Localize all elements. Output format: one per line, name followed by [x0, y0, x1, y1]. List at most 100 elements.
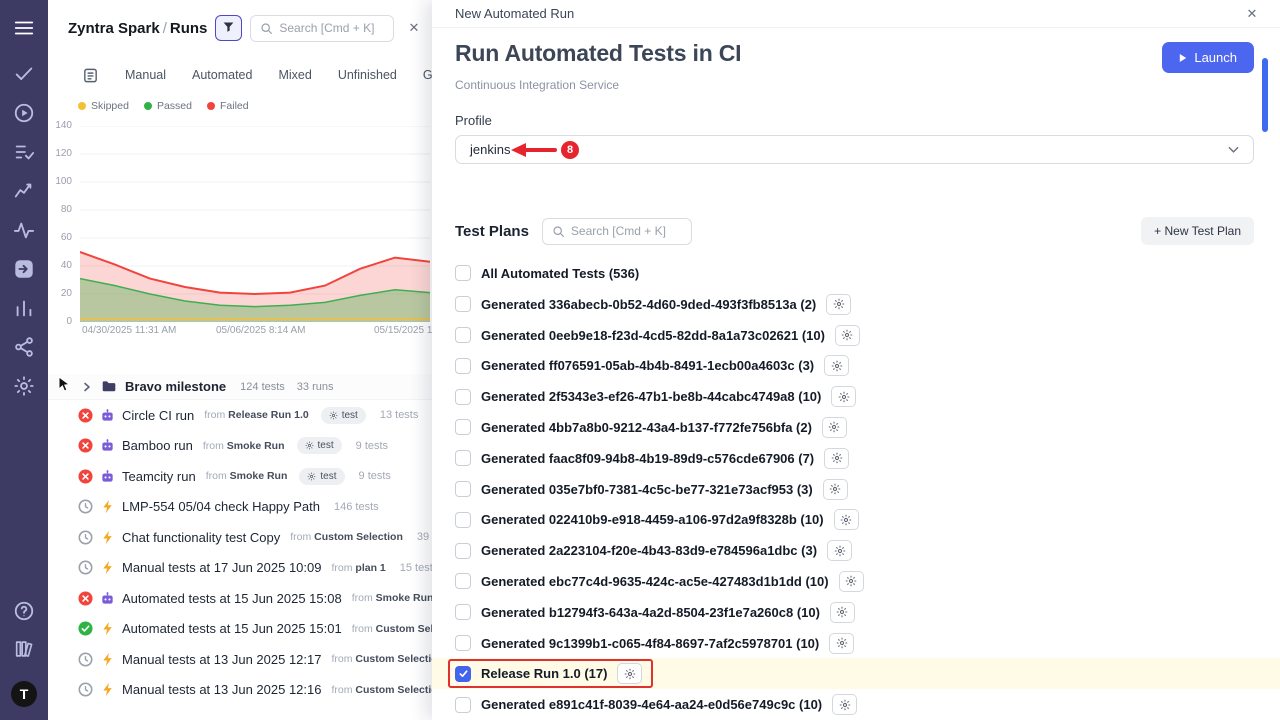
test-plan-row[interactable]: Generated 9c1399b1-c065-4f84-8697-7af2c5… [455, 628, 1254, 659]
plan-label: Generated 336abecb-0b52-4d60-9ded-493f3f… [481, 297, 816, 312]
run-type-icon [100, 530, 115, 545]
plan-checkbox[interactable] [455, 666, 471, 682]
plan-checkbox[interactable] [455, 265, 471, 281]
app-root: T Zyntra Spark/Runs ✕ ManualAutomatedMix… [0, 0, 1280, 720]
plan-checkbox[interactable] [455, 296, 471, 312]
run-row[interactable]: Automated tests at 15 Jun 2025 15:01 fro… [48, 614, 432, 645]
run-type-icon [100, 591, 115, 606]
test-plan-row[interactable]: Generated ff076591-05ab-4b4b-8491-1ecb00… [455, 350, 1254, 381]
profile-label: Profile [455, 113, 1254, 128]
plan-settings-button[interactable] [829, 633, 854, 654]
plan-checkbox[interactable] [455, 389, 471, 405]
test-plan-row[interactable]: Release Run 1.0 (17) [432, 658, 1280, 689]
plan-checkbox[interactable] [455, 543, 471, 559]
tab-manual[interactable]: Manual [125, 68, 166, 82]
import-runs-icon[interactable] [13, 258, 35, 280]
breadcrumb-app[interactable]: Zyntra Spark [68, 20, 160, 37]
test-plan-row[interactable]: Generated e891c41f-8039-4e64-aa24-e0d56e… [455, 689, 1254, 720]
plan-checkbox[interactable] [455, 450, 471, 466]
run-row[interactable]: Manual tests at 13 Jun 2025 12:16 from C… [48, 675, 432, 706]
test-plan-row[interactable]: Generated ebc77c4d-9635-424c-ac5e-427483… [455, 566, 1254, 597]
scrollbar-thumb[interactable] [1262, 58, 1268, 132]
run-row[interactable]: Teamcity run from Smoke Run test 9 tests [48, 461, 432, 492]
app-logo[interactable]: T [11, 681, 37, 707]
plan-checkbox[interactable] [455, 419, 471, 435]
plan-checkbox[interactable] [455, 358, 471, 374]
filter-button[interactable] [215, 15, 242, 41]
test-plan-row[interactable]: Generated 035e7bf0-7381-4c5c-be77-321e73… [455, 474, 1254, 505]
plan-settings-button[interactable] [834, 509, 859, 530]
tab-groups[interactable]: Groups [423, 68, 432, 82]
run-row[interactable]: Circle CI run from Release Run 1.0 test … [48, 400, 432, 431]
menu-icon[interactable] [13, 17, 35, 39]
launch-button[interactable]: Launch [1162, 42, 1254, 73]
bar-chart-icon[interactable] [13, 297, 35, 319]
tab-automated[interactable]: Automated [192, 68, 252, 82]
test-plan-row[interactable]: Generated 2f5343e3-ef26-47b1-be8b-44cabc… [455, 381, 1254, 412]
plan-checkbox[interactable] [455, 635, 471, 651]
test-plans-search[interactable] [542, 218, 692, 245]
plan-checkbox[interactable] [455, 512, 471, 528]
share-branch-icon[interactable] [13, 336, 35, 358]
plan-checkbox[interactable] [455, 327, 471, 343]
test-plan-row[interactable]: Generated 336abecb-0b52-4d60-9ded-493f3f… [455, 289, 1254, 320]
plan-settings-button[interactable] [830, 602, 855, 623]
test-plan-row[interactable]: Generated 4bb7a8b0-9212-43a4-b137-f772fe… [455, 412, 1254, 443]
test-plan-row[interactable]: Generated 022410b9-e918-4459-a106-97d2a9… [455, 504, 1254, 535]
test-plan-row[interactable]: All Automated Tests (536) [455, 258, 1254, 289]
run-status-icon [78, 591, 93, 606]
plan-label: Generated ff076591-05ab-4b4b-8491-1ecb00… [481, 358, 814, 373]
test-plans-search-input[interactable] [571, 224, 682, 238]
test-plan-row[interactable]: Generated 0eeb9e18-f23d-4cd5-82dd-8a1a73… [455, 320, 1254, 351]
library-icon[interactable] [13, 638, 35, 660]
runs-search-input[interactable] [279, 21, 384, 35]
plan-settings-button[interactable] [824, 355, 849, 376]
run-row[interactable]: Manual tests at 17 Jun 2025 10:09 from p… [48, 553, 432, 584]
plan-checkbox[interactable] [455, 573, 471, 589]
plan-settings-button[interactable] [824, 448, 849, 469]
test-plan-row[interactable]: Generated faac8f09-94b8-4b19-89d9-c576cd… [455, 443, 1254, 474]
plan-settings-button[interactable] [835, 325, 860, 346]
settings-gear-icon[interactable] [13, 375, 35, 397]
plan-settings-button[interactable] [826, 294, 851, 315]
run-row[interactable]: Manual tests at 13 Jun 2025 12:17 from C… [48, 644, 432, 675]
test-plan-row[interactable]: Generated b12794f3-643a-4a2d-8504-23f1e7… [455, 597, 1254, 628]
runs-panel-close-button[interactable]: ✕ [402, 16, 426, 40]
profile-select[interactable]: jenkins 8 [455, 135, 1254, 164]
checks-icon[interactable] [13, 63, 35, 85]
plan-settings-button[interactable] [823, 479, 848, 500]
plan-checkbox[interactable] [455, 604, 471, 620]
panel-body: Run Automated Tests in CI Launch Continu… [432, 28, 1280, 720]
caret-right-icon[interactable] [81, 381, 93, 393]
trend-chart-icon[interactable] [13, 180, 35, 202]
plan-settings-button[interactable] [822, 417, 847, 438]
play-circle-icon[interactable] [13, 102, 35, 124]
sidebar-bottom: T [11, 600, 37, 720]
panel-close-button[interactable]: ✕ [1240, 2, 1264, 26]
tab-mixed[interactable]: Mixed [278, 68, 311, 82]
milestone-group-row[interactable]: Bravo milestone 124 tests 33 runs [48, 374, 432, 400]
test-plan-row[interactable]: Generated 2a223104-f20e-4b43-83d9-e78459… [455, 535, 1254, 566]
plan-checkbox[interactable] [455, 481, 471, 497]
run-source: from Smoke Run [206, 470, 288, 482]
plan-checkbox[interactable] [455, 697, 471, 713]
run-row[interactable]: LMP-554 05/04 check Happy Path 146 tests [48, 492, 432, 523]
run-row[interactable]: Automated tests at 15 Jun 2025 15:08 fro… [48, 583, 432, 614]
run-row[interactable]: Bamboo run from Smoke Run test 9 tests [48, 431, 432, 462]
plan-settings-button[interactable] [839, 571, 864, 592]
sidebar-nav [13, 63, 35, 397]
run-row[interactable]: Chat functionality test Copy from Custom… [48, 522, 432, 553]
run-source: from Release Run 1.0 [204, 409, 308, 421]
tab-unfinished[interactable]: Unfinished [338, 68, 397, 82]
breadcrumb-section[interactable]: Runs [170, 20, 208, 37]
plan-settings-button[interactable] [827, 540, 852, 561]
plan-settings-button[interactable] [831, 386, 856, 407]
help-icon[interactable] [13, 600, 35, 622]
plan-settings-button[interactable] [617, 663, 642, 684]
pulse-icon[interactable] [13, 219, 35, 241]
run-type-icon [100, 469, 115, 484]
plan-settings-button[interactable] [832, 694, 857, 715]
new-test-plan-button[interactable]: + New Test Plan [1141, 217, 1254, 245]
run-list-icon[interactable] [13, 141, 35, 163]
runs-search[interactable] [250, 15, 394, 42]
